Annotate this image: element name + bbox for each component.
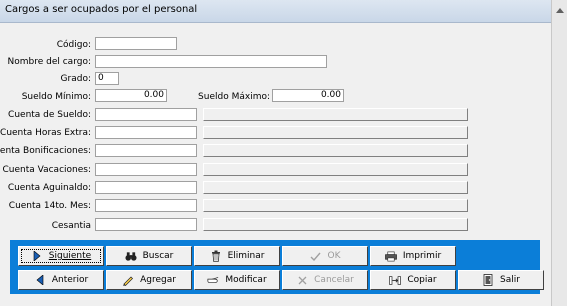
cuenta-bonificaciones-description <box>203 144 468 157</box>
x-icon <box>296 274 308 286</box>
eliminar-label: Eliminar <box>227 251 265 261</box>
imprimir-button[interactable]: Imprimir <box>370 246 456 266</box>
cancelar-button[interactable]: Cancelar <box>282 270 368 290</box>
scroll-up-button[interactable] <box>551 0 567 22</box>
binoculars-icon <box>125 250 137 262</box>
eliminar-button[interactable]: Eliminar <box>194 246 280 266</box>
window-title: Cargos a ser ocupados por el personal <box>5 4 198 15</box>
checkmark-icon <box>310 250 322 262</box>
title-bar: Cargos a ser ocupados por el personal <box>0 0 567 23</box>
vertical-scrollbar[interactable] <box>551 22 567 306</box>
button-panel: Siguiente Buscar Eliminar OK Imprimir An… <box>10 240 544 294</box>
cuenta-aguinaldo-description <box>203 181 468 194</box>
buscar-label: Buscar <box>142 251 174 261</box>
anterior-button[interactable]: Anterior <box>18 270 104 290</box>
grado-label: Grado: <box>60 74 91 84</box>
cuenta-horas-extra-description <box>203 126 468 139</box>
nombre-input[interactable] <box>95 55 327 68</box>
salir-button[interactable]: Salir <box>458 270 544 290</box>
cuenta-14to-mes-description <box>203 199 468 212</box>
codigo-input[interactable] <box>95 37 177 50</box>
hand-icon <box>207 274 219 286</box>
cancelar-label: Cancelar <box>314 275 354 285</box>
cesantia-description <box>203 218 468 231</box>
sueldo-minimo-label: Sueldo Mínimo: <box>21 92 91 102</box>
sueldo-maximo-input[interactable]: 0.00 <box>272 89 344 102</box>
modificar-label: Modificar <box>225 275 267 285</box>
buscar-button[interactable]: Buscar <box>106 246 192 266</box>
trash-icon <box>210 250 222 262</box>
sueldo-maximo-label: Sueldo Máximo: <box>198 92 270 102</box>
anterior-label: Anterior <box>51 275 89 285</box>
salir-label: Salir <box>500 275 520 285</box>
cuenta-horas-extra-input[interactable] <box>95 126 197 139</box>
copiar-label: Copiar <box>407 275 437 285</box>
pencil-icon <box>122 274 134 286</box>
cesantia-input[interactable] <box>95 218 197 231</box>
cuenta-horas-extra-label: Cuenta Horas Extra: <box>0 128 91 138</box>
siguiente-button[interactable]: Siguiente <box>18 246 104 266</box>
grado-input[interactable]: 0 <box>95 72 119 85</box>
ok-label: OK <box>327 251 341 261</box>
play-right-icon <box>31 250 43 262</box>
copy-icon <box>389 274 402 286</box>
exit-door-icon <box>482 274 494 286</box>
cuenta-sueldo-label: Cuenta de Sueldo: <box>8 110 91 120</box>
cuenta-aguinaldo-label: Cuenta Aguinaldo: <box>7 183 91 193</box>
nombre-label: Nombre del cargo: <box>7 57 92 67</box>
imprimir-label: Imprimir <box>402 251 442 261</box>
cesantia-label: Cesantia <box>51 221 91 231</box>
cuenta-vacaciones-label: Cuenta Vacaciones: <box>2 165 92 175</box>
modificar-button[interactable]: Modificar <box>194 270 280 290</box>
cuenta-bonificaciones-input[interactable] <box>95 144 197 157</box>
cuenta-aguinaldo-input[interactable] <box>95 181 197 194</box>
cuenta-14to-mes-input[interactable] <box>95 199 197 212</box>
sueldo-minimo-input[interactable]: 0.00 <box>95 89 167 102</box>
cuenta-vacaciones-input[interactable] <box>95 163 197 176</box>
cuenta-14to-mes-label: Cuenta 14to. Mes: <box>8 201 91 211</box>
ok-button[interactable]: OK <box>282 246 368 266</box>
cuenta-vacaciones-description <box>203 163 468 176</box>
copiar-button[interactable]: Copiar <box>370 270 456 290</box>
agregar-button[interactable]: Agregar <box>106 270 192 290</box>
cuenta-sueldo-description <box>203 108 468 121</box>
printer-icon <box>384 250 397 262</box>
agregar-label: Agregar <box>140 275 176 285</box>
siguiente-label: Siguiente <box>48 251 92 261</box>
cuenta-sueldo-input[interactable] <box>95 108 197 121</box>
play-left-icon <box>34 274 46 286</box>
cuenta-bonificaciones-label: Cuenta Bonificaciones: <box>0 146 91 156</box>
codigo-label: Código: <box>56 40 91 50</box>
